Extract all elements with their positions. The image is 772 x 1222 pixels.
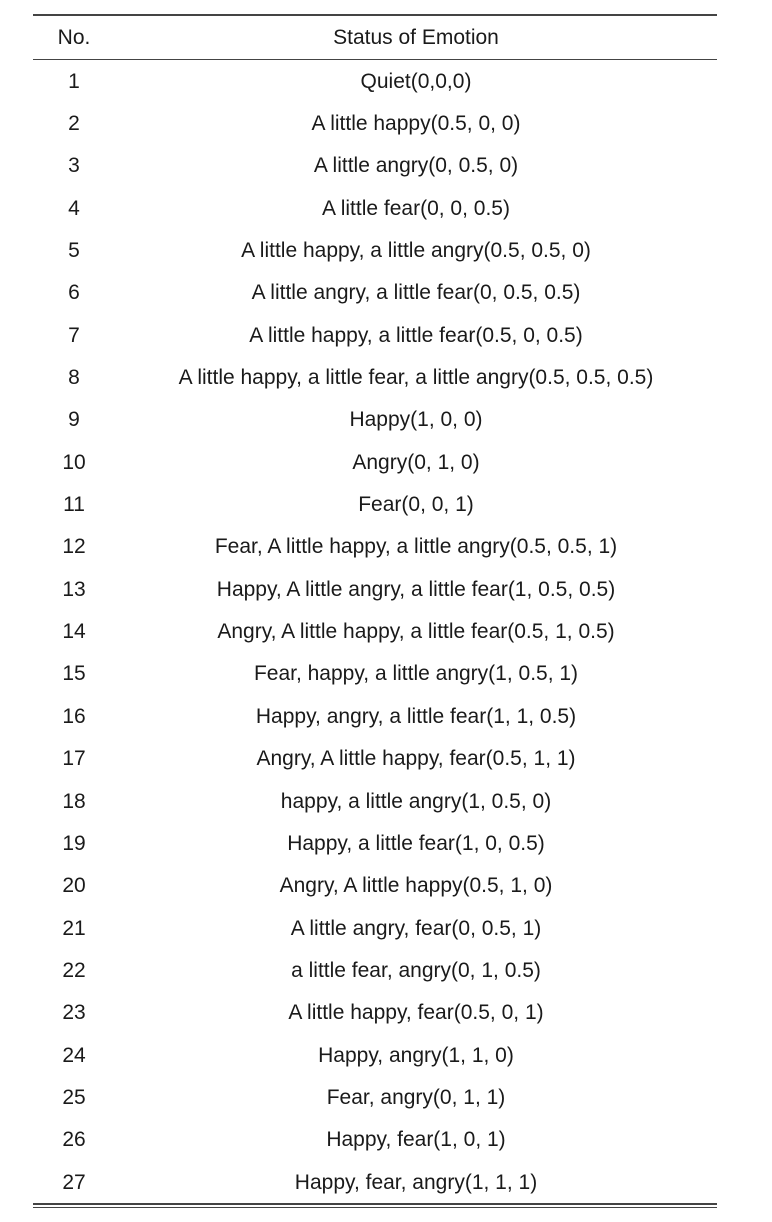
emotion-status-table: No. Status of Emotion 1 Quiet(0,0,0) 2 A li… xyxy=(33,14,717,1209)
table-row: 8 A little happy, a little fear, a little… xyxy=(33,356,717,398)
table-row: 12 Fear, A little happy, a little angry(0… xyxy=(33,526,717,568)
table-row: 4 A little fear(0, 0, 0.5) xyxy=(33,187,717,229)
cell-status: Angry, A little happy, fear(0.5, 1, 1) xyxy=(256,747,576,771)
cell-no: 21 xyxy=(62,916,86,940)
cell-no: 13 xyxy=(62,577,86,601)
cell-status: Angry, A little happy, a little fear(0.5… xyxy=(217,620,615,644)
cell-status: A little fear(0, 0, 0.5) xyxy=(322,196,510,220)
table-row: 2 A little happy(0.5, 0, 0) xyxy=(33,102,717,144)
table-row: 21 A little angry, fear(0, 0.5, 1) xyxy=(33,907,717,949)
table-row: 1 Quiet(0,0,0) xyxy=(33,60,717,102)
header-no: No. xyxy=(57,25,91,49)
table-row: 11 Fear(0, 0, 1) xyxy=(33,483,717,525)
cell-status: A little happy, a little angry(0.5, 0.5,… xyxy=(241,239,591,263)
table-body: 1 Quiet(0,0,0) 2 A little happy(0.5, 0, 0) 3… xyxy=(33,60,717,1203)
cell-no: 7 xyxy=(68,323,80,347)
table-row: 20 Angry, A little happy(0.5, 1, 0) xyxy=(33,865,717,907)
cell-status: Angry(0, 1, 0) xyxy=(352,450,480,474)
cell-status: A little happy, a little fear, a little … xyxy=(178,366,654,390)
cell-no: 20 xyxy=(62,874,86,898)
cell-status: Fear, A little happy, a little angry(0.5… xyxy=(214,535,618,559)
cell-status: happy, a little angry(1, 0.5, 0) xyxy=(280,789,552,813)
table-row: 9 Happy(1, 0, 0) xyxy=(33,399,717,441)
cell-status: Fear, angry(0, 1, 1) xyxy=(326,1085,506,1109)
cell-no: 15 xyxy=(62,662,86,686)
table-row: 17 Angry, A little happy, fear(0.5, 1, 1) xyxy=(33,738,717,780)
cell-no: 27 xyxy=(62,1170,86,1194)
cell-no: 23 xyxy=(62,1001,86,1025)
table-row: 18 happy, a little angry(1, 0.5, 0) xyxy=(33,780,717,822)
cell-status: Happy, angry, a little fear(1, 1, 0.5) xyxy=(255,704,577,728)
table-row: 14 Angry, A little happy, a little fear(0… xyxy=(33,610,717,652)
table-row: 10 Angry(0, 1, 0) xyxy=(33,441,717,483)
table-row: 16 Happy, angry, a little fear(1, 1, 0.5) xyxy=(33,695,717,737)
cell-status: A little happy, fear(0.5, 0, 1) xyxy=(288,1001,544,1025)
cell-status: Quiet(0,0,0) xyxy=(360,69,472,93)
cell-no: 5 xyxy=(68,239,80,263)
cell-no: 22 xyxy=(62,958,86,982)
cell-no: 10 xyxy=(62,450,86,474)
cell-status: Angry, A little happy(0.5, 1, 0) xyxy=(279,874,553,898)
table-row: 15 Fear, happy, a little angry(1, 0.5, 1) xyxy=(33,653,717,695)
cell-no: 2 xyxy=(68,112,80,136)
table-row: 25 Fear, angry(0, 1, 1) xyxy=(33,1076,717,1118)
cell-no: 4 xyxy=(68,196,80,220)
cell-status: A little angry, a little fear(0, 0.5, 0.… xyxy=(251,281,581,305)
cell-no: 8 xyxy=(68,366,80,390)
cell-status: Happy, A little angry, a little fear(1, … xyxy=(216,577,616,601)
cell-status: Happy, fear, angry(1, 1, 1) xyxy=(294,1170,538,1194)
cell-no: 19 xyxy=(62,831,86,855)
cell-no: 17 xyxy=(62,747,86,771)
table-row: 7 A little happy, a little fear(0.5, 0, 0… xyxy=(33,314,717,356)
table-row: 27 Happy, fear, angry(1, 1, 1) xyxy=(33,1161,717,1203)
cell-status: A little angry, fear(0, 0.5, 1) xyxy=(290,916,542,940)
cell-status: Happy, angry(1, 1, 0) xyxy=(318,1043,514,1067)
cell-no: 3 xyxy=(68,154,80,178)
cell-status: Fear(0, 0, 1) xyxy=(358,493,474,517)
table-row: 24 Happy, angry(1, 1, 0) xyxy=(33,1034,717,1076)
cell-status: Fear, happy, a little angry(1, 0.5, 1) xyxy=(253,662,579,686)
table-row: 13 Happy, A little angry, a little fear(1… xyxy=(33,568,717,610)
cell-no: 26 xyxy=(62,1128,86,1152)
cell-status: Happy, a little fear(1, 0, 0.5) xyxy=(287,831,545,855)
cell-no: 12 xyxy=(62,535,86,559)
cell-no: 6 xyxy=(68,281,80,305)
cell-no: 14 xyxy=(62,620,86,644)
cell-no: 11 xyxy=(63,493,85,517)
table-row: 6 A little angry, a little fear(0, 0.5, 0… xyxy=(33,272,717,314)
cell-no: 9 xyxy=(68,408,80,432)
cell-status: a little fear, angry(0, 1, 0.5) xyxy=(291,958,541,982)
table-row: 23 A little happy, fear(0.5, 0, 1) xyxy=(33,992,717,1034)
table-row: 3 A little angry(0, 0.5, 0) xyxy=(33,145,717,187)
table-header-row: No. Status of Emotion xyxy=(33,16,717,59)
cell-no: 16 xyxy=(62,704,86,728)
cell-no: 18 xyxy=(62,789,86,813)
cell-status: A little happy, a little fear(0.5, 0, 0.… xyxy=(249,323,583,347)
cell-status: Happy(1, 0, 0) xyxy=(349,408,483,432)
cell-no: 25 xyxy=(62,1085,86,1109)
table-row: 26 Happy, fear(1, 0, 1) xyxy=(33,1119,717,1161)
header-status-of-emotion: Status of Emotion xyxy=(333,25,499,49)
cell-no: 1 xyxy=(68,69,80,93)
cell-status: A little happy(0.5, 0, 0) xyxy=(311,112,521,136)
cell-status: Happy, fear(1, 0, 1) xyxy=(326,1128,506,1152)
table-bottom-rule-double xyxy=(33,1206,717,1209)
table-row: 19 Happy, a little fear(1, 0, 0.5) xyxy=(33,822,717,864)
table-row: 5 A little happy, a little angry(0.5, 0.5… xyxy=(33,229,717,271)
cell-no: 24 xyxy=(62,1043,86,1067)
table-row: 22 a little fear, angry(0, 1, 0.5) xyxy=(33,949,717,991)
cell-status: A little angry(0, 0.5, 0) xyxy=(313,154,519,178)
